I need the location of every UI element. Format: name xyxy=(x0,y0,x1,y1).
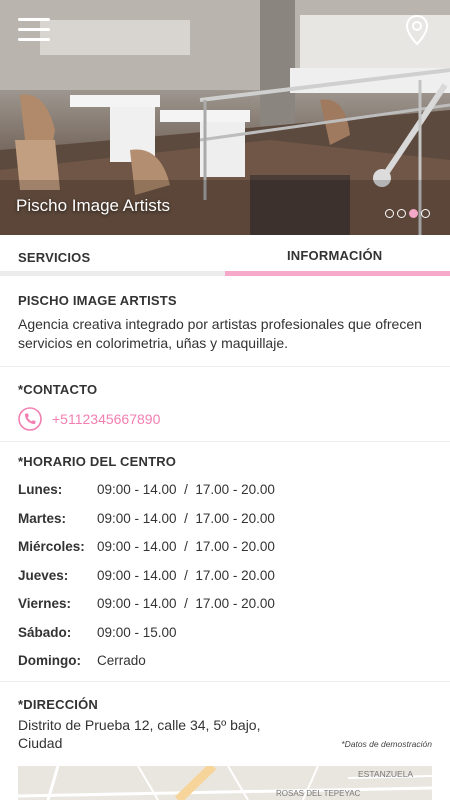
hours-value: 09:00 - 14.00 / 17.00 - 20.00 xyxy=(97,567,275,583)
map-label: ESTANZUELA xyxy=(358,769,413,779)
carousel-dot[interactable] xyxy=(385,209,394,218)
hours-value: 09:00 - 14.00 / 17.00 - 20.00 xyxy=(97,510,275,526)
hero-image: Pischo Image Artists xyxy=(0,0,450,235)
business-name: PISCHO IMAGE ARTISTS xyxy=(18,293,177,308)
contact-heading: *CONTACTO xyxy=(18,382,98,397)
tab-label: INFORMACIÓN xyxy=(287,248,383,263)
day-label: Miércoles: xyxy=(18,539,85,554)
hours-value: 09:00 - 15.00 xyxy=(97,624,177,640)
schedule-heading: *HORARIO DEL CENTRO xyxy=(18,454,177,469)
hours-value: 09:00 - 14.00 / 17.00 - 20.00 xyxy=(97,539,275,554)
day-label: Jueves: xyxy=(18,567,69,583)
day-label: Domingo: xyxy=(18,653,81,668)
location-map[interactable]: ESTANZUELA ROSAS DEL TEPEYAC xyxy=(18,766,432,800)
address-text: Distrito de Prueba 12, calle 34, 5º bajo… xyxy=(18,717,261,751)
hamburger-menu-icon xyxy=(18,18,50,21)
tab-informacion[interactable]: INFORMACIÓN xyxy=(225,235,450,276)
hero-title: Pischo Image Artists xyxy=(16,196,171,215)
hours-value: 09:00 - 14.00 / 17.00 - 20.00 xyxy=(97,482,275,497)
contact-section: *CONTACTO +5112345667890 xyxy=(0,367,450,442)
day-label: Viernes: xyxy=(18,596,72,611)
map-label: ROSAS DEL TEPEYAC xyxy=(276,789,361,798)
schedule-row: Jueves: 09:00 - 14.00 / 17.00 - 20.00 xyxy=(18,568,432,597)
address-heading: *DIRECCIÓN xyxy=(18,697,99,712)
phone-icon xyxy=(18,407,42,431)
about-section: PISCHO IMAGE ARTISTS Agencia creativa in… xyxy=(0,276,450,367)
schedule-row: Martes: 09:00 - 14.00 / 17.00 - 20.00 xyxy=(18,511,432,540)
schedule-row: Viernes: 09:00 - 14.00 / 17.00 - 20.00 xyxy=(18,596,432,625)
tab-label: SERVICIOS xyxy=(18,250,91,265)
carousel-dot[interactable] xyxy=(397,209,406,218)
hours-value: 09:00 - 14.00 / 17.00 - 20.00 xyxy=(97,596,275,611)
schedule-row: Sábado: 09:00 - 15.00 xyxy=(18,625,432,654)
schedule-row: Lunes: 09:00 - 14.00 / 17.00 - 20.00 xyxy=(18,482,432,511)
tab-bar: SERVICIOS INFORMACIÓN xyxy=(0,235,450,276)
demo-data-note: *Datos de demostración xyxy=(341,739,432,749)
phone-link[interactable]: +5112345667890 xyxy=(52,411,160,427)
schedule-row: Miércoles: 09:00 - 14.00 / 17.00 - 20.00 xyxy=(18,539,432,568)
day-label: Sábado: xyxy=(18,624,72,640)
phone-row[interactable]: +5112345667890 xyxy=(18,407,432,431)
carousel-dot[interactable] xyxy=(421,209,430,218)
map-tiles: ESTANZUELA ROSAS DEL TEPEYAC xyxy=(18,766,432,800)
schedule-section: *HORARIO DEL CENTRO Lunes: 09:00 - 14.00… xyxy=(0,442,450,682)
carousel-dot-active[interactable] xyxy=(409,209,418,218)
schedule-list: Lunes: 09:00 - 14.00 / 17.00 - 20.00 Mar… xyxy=(18,482,432,682)
day-label: Lunes: xyxy=(18,482,63,497)
menu-button[interactable] xyxy=(18,18,50,42)
hours-value: Cerrado xyxy=(97,653,146,668)
map-pin-icon[interactable] xyxy=(404,14,430,46)
business-description: Agencia creativa integrado por artistas … xyxy=(18,316,422,351)
address-section: *DIRECCIÓN Distrito de Prueba 12, calle … xyxy=(0,682,450,766)
day-label: Martes: xyxy=(18,510,67,526)
schedule-row: Domingo: Cerrado xyxy=(18,653,432,682)
tab-servicios[interactable]: SERVICIOS xyxy=(0,235,225,276)
carousel-dots[interactable] xyxy=(385,209,430,218)
